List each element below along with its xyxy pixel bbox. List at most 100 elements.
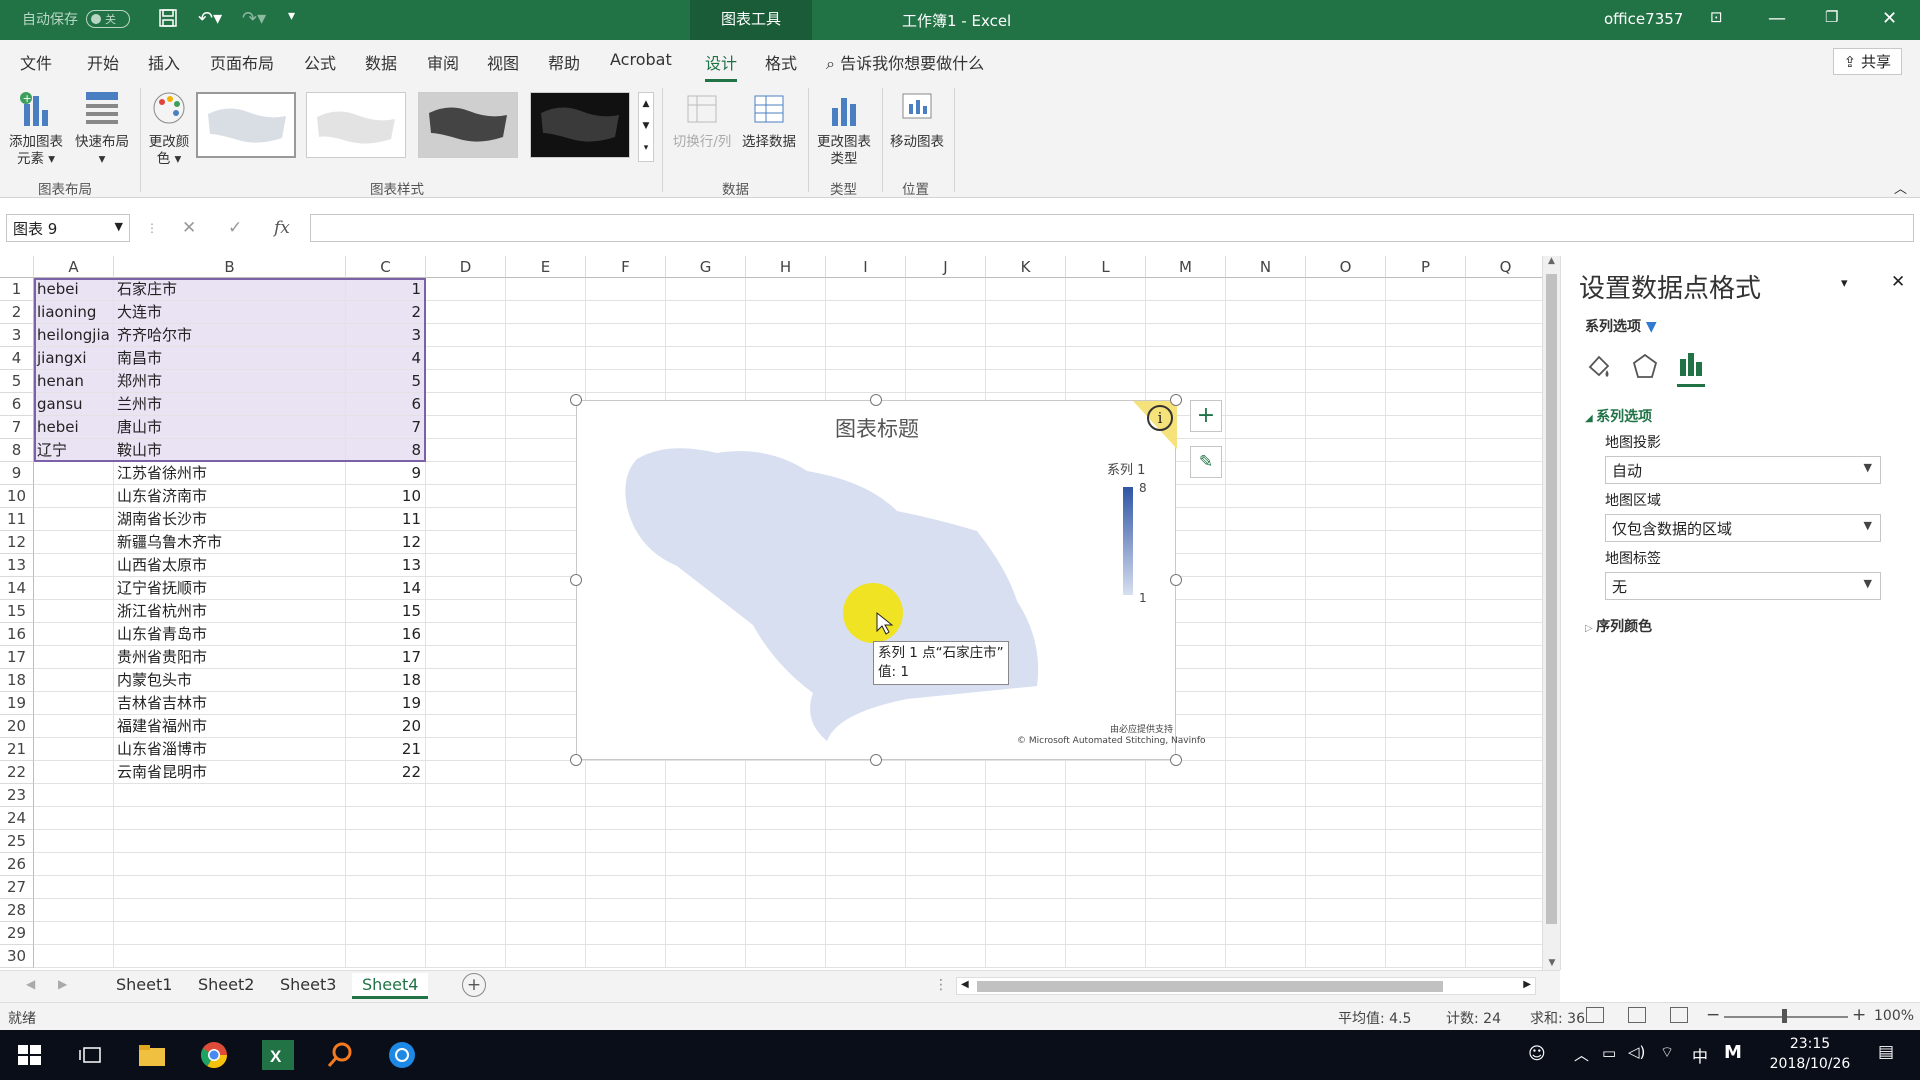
cell-a[interactable] [34, 853, 114, 876]
cell-empty[interactable] [1386, 945, 1466, 968]
cell-empty[interactable] [506, 669, 586, 692]
cell-empty[interactable] [426, 416, 506, 439]
cell-empty[interactable] [906, 278, 986, 301]
cell-empty[interactable] [1226, 853, 1306, 876]
cell-empty[interactable] [1146, 301, 1226, 324]
cell-a[interactable]: hebei [34, 278, 114, 301]
row-header[interactable]: 5 [0, 370, 34, 393]
cell-empty[interactable] [1306, 830, 1386, 853]
cell-empty[interactable] [1306, 347, 1386, 370]
move-chart-button[interactable]: 移动图表 [884, 90, 950, 151]
cell-empty[interactable] [426, 577, 506, 600]
cell-empty[interactable] [1066, 922, 1146, 945]
cancel-icon[interactable]: ✕ [182, 218, 196, 238]
cell-b[interactable]: 山东省青岛市 [114, 623, 346, 646]
cell-empty[interactable] [1386, 899, 1466, 922]
cell-empty[interactable] [426, 669, 506, 692]
cell-empty[interactable] [1306, 577, 1386, 600]
cell-empty[interactable] [1386, 508, 1466, 531]
cell-b[interactable] [114, 830, 346, 853]
cell-empty[interactable] [1306, 485, 1386, 508]
cell-empty[interactable] [1226, 393, 1306, 416]
cell-c[interactable] [346, 876, 426, 899]
insert-function-icon[interactable]: fx [274, 218, 290, 238]
name-box[interactable]: 图表 9 ▼ [6, 214, 130, 242]
scroll-left-icon[interactable]: ◀ [961, 979, 969, 990]
cell-a[interactable] [34, 600, 114, 623]
cell-empty[interactable] [506, 600, 586, 623]
tab-page-layout[interactable]: 页面布局 [210, 50, 274, 74]
cell-empty[interactable] [426, 485, 506, 508]
windows-start-icon[interactable] [14, 1040, 46, 1070]
row-header[interactable]: 1 [0, 278, 34, 301]
volume-icon[interactable]: ◁) [1628, 1043, 1645, 1061]
zoom-slider-thumb[interactable] [1782, 1009, 1787, 1023]
customize-quick-access-icon[interactable]: ▾ [288, 8, 295, 24]
page-layout-view-icon[interactable] [1628, 1007, 1646, 1023]
cell-c[interactable]: 18 [346, 669, 426, 692]
cell-empty[interactable] [1226, 439, 1306, 462]
cell-c[interactable]: 3 [346, 324, 426, 347]
cell-empty[interactable] [426, 508, 506, 531]
tab-help[interactable]: 帮助 [548, 50, 580, 74]
cell-empty[interactable] [1226, 531, 1306, 554]
cell-empty[interactable] [1386, 393, 1466, 416]
cell-empty[interactable] [506, 462, 586, 485]
cell-empty[interactable] [426, 301, 506, 324]
cell-empty[interactable] [666, 324, 746, 347]
change-colors-button[interactable]: 更改颜色 ▾ [144, 90, 194, 168]
cell-empty[interactable] [426, 393, 506, 416]
row-header[interactable]: 27 [0, 876, 34, 899]
cell-empty[interactable] [426, 347, 506, 370]
cell-b[interactable]: 福建省福州市 [114, 715, 346, 738]
column-header-b[interactable]: B [114, 256, 346, 278]
cell-empty[interactable] [506, 692, 586, 715]
row-header[interactable]: 20 [0, 715, 34, 738]
cell-c[interactable] [346, 922, 426, 945]
cell-empty[interactable] [986, 830, 1066, 853]
cell-empty[interactable] [1306, 807, 1386, 830]
cell-empty[interactable] [1386, 830, 1466, 853]
cell-c[interactable] [346, 853, 426, 876]
tab-format[interactable]: 格式 [765, 50, 797, 74]
row-header[interactable]: 18 [0, 669, 34, 692]
autosave-toggle[interactable]: 自动保存 关 [22, 9, 130, 29]
info-icon[interactable]: i [1147, 405, 1173, 431]
cell-empty[interactable] [586, 899, 666, 922]
chart-style-3[interactable] [418, 92, 518, 158]
cell-c[interactable]: 14 [346, 577, 426, 600]
cell-empty[interactable] [666, 370, 746, 393]
search-app-icon[interactable] [324, 1040, 356, 1070]
column-header-q[interactable]: Q [1466, 256, 1546, 278]
cell-empty[interactable] [1066, 876, 1146, 899]
cell-empty[interactable] [666, 761, 746, 784]
cell-empty[interactable] [1306, 623, 1386, 646]
cell-c[interactable]: 2 [346, 301, 426, 324]
column-header-e[interactable]: E [506, 256, 586, 278]
cell-empty[interactable] [1226, 646, 1306, 669]
cell-b[interactable]: 郑州市 [114, 370, 346, 393]
quick-layout-button[interactable]: 快速布局 ▾ [70, 90, 134, 168]
cell-empty[interactable] [1386, 784, 1466, 807]
chrome-icon[interactable] [198, 1040, 230, 1070]
cell-empty[interactable] [506, 370, 586, 393]
cell-empty[interactable] [1386, 600, 1466, 623]
sheet-tab-sheet4[interactable]: Sheet4 [352, 973, 429, 999]
cell-b[interactable]: 山西省太原市 [114, 554, 346, 577]
cell-b[interactable]: 唐山市 [114, 416, 346, 439]
map-area-select[interactable]: 仅包含数据的区域 ▼ [1605, 514, 1881, 542]
cell-empty[interactable] [426, 600, 506, 623]
cell-empty[interactable] [666, 830, 746, 853]
cell-empty[interactable] [1226, 738, 1306, 761]
cell-empty[interactable] [1466, 876, 1546, 899]
clock[interactable]: 23:15 2018/10/26 [1762, 1034, 1858, 1074]
cell-empty[interactable] [1226, 761, 1306, 784]
cell-empty[interactable] [506, 853, 586, 876]
cell-empty[interactable] [1386, 531, 1466, 554]
cell-empty[interactable] [506, 623, 586, 646]
cell-empty[interactable] [1226, 416, 1306, 439]
cell-empty[interactable] [586, 278, 666, 301]
column-header-d[interactable]: D [426, 256, 506, 278]
cell-empty[interactable] [1226, 807, 1306, 830]
cell-empty[interactable] [426, 439, 506, 462]
